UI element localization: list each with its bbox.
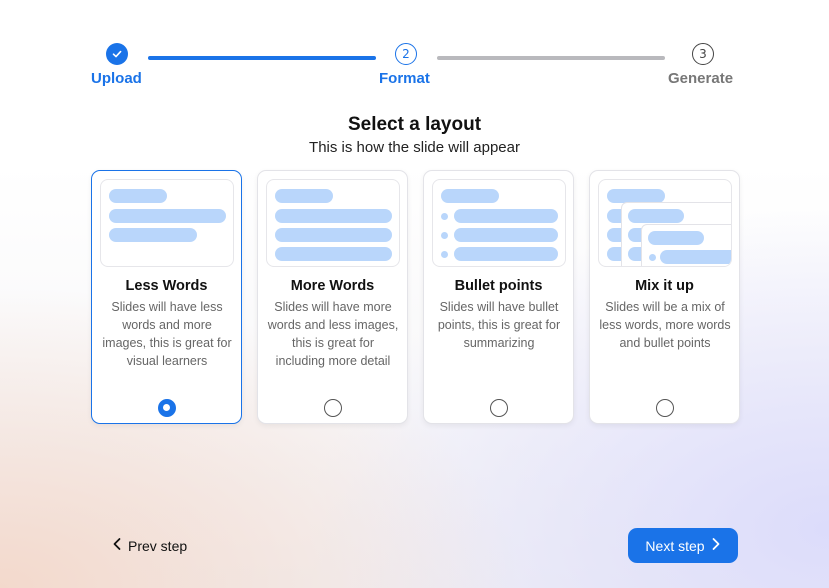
step-upload-check-icon <box>106 43 128 65</box>
layout-card-description: Slides will be a mix of less words, more… <box>599 300 731 350</box>
preview-bar <box>441 189 499 203</box>
layout-card-title: Mix it up <box>635 278 694 294</box>
layout-radio-more-words[interactable] <box>324 399 342 417</box>
step-label-format: Format <box>379 70 430 87</box>
preview-bar <box>454 209 558 223</box>
step-label-generate: Generate <box>668 70 734 87</box>
next-step-button[interactable]: Next step <box>628 528 738 563</box>
layout-preview-more-words <box>266 179 400 267</box>
preview-bar <box>275 228 392 242</box>
prev-step-button[interactable]: Prev step <box>112 537 187 554</box>
preview-bar <box>109 209 226 223</box>
bullet-dot <box>441 232 448 239</box>
preview-bar <box>275 209 392 223</box>
layout-card-mix-it-up[interactable]: Mix it up Slides will be a mix of less w… <box>589 170 740 424</box>
layout-options: Less Words Slides will have less words a… <box>91 170 740 424</box>
preview-bar <box>648 231 704 245</box>
layout-radio-less-words[interactable] <box>158 399 176 417</box>
preview-bar <box>454 228 558 242</box>
layout-card-more-words[interactable]: More Words Slides will have more words a… <box>257 170 408 424</box>
chevron-left-icon <box>112 537 122 554</box>
next-step-label: Next step <box>645 537 705 554</box>
layout-preview-less-words <box>100 179 234 267</box>
layout-card-less-words[interactable]: Less Words Slides will have less words a… <box>91 170 242 424</box>
step-generate-number: 3 <box>692 43 714 65</box>
bullet-dot <box>441 213 448 220</box>
stepper: 2 3 Upload Format Generate <box>0 0 829 100</box>
step-label-upload[interactable]: Upload <box>91 70 142 87</box>
prev-step-label: Prev step <box>128 537 188 554</box>
preview-bar <box>607 189 665 203</box>
bullet-dot <box>441 251 448 258</box>
check-icon <box>112 50 122 58</box>
layout-radio-bullet-points[interactable] <box>490 399 508 417</box>
bullet-dot <box>649 254 656 261</box>
layout-card-description: Slides will have less words and more ima… <box>102 300 232 368</box>
preview-bar <box>275 247 392 261</box>
layout-card-description: Slides will have more words and less ima… <box>267 300 399 368</box>
page-title: Select a layout <box>347 114 482 135</box>
layout-card-description: Slides will have bullet points, this is … <box>437 300 561 350</box>
layout-preview-bullet-points <box>432 179 566 267</box>
layout-preview-mix-it-up <box>598 179 732 267</box>
page-subtitle: This is how the slide will appear <box>309 139 520 156</box>
preview-bar <box>628 209 684 223</box>
step-format-number: 2 <box>395 43 417 65</box>
step-connector-pending <box>437 56 665 60</box>
chevron-right-icon <box>711 537 721 554</box>
preview-stacked-slide <box>641 224 731 266</box>
layout-card-title: More Words <box>290 278 375 294</box>
preview-bar <box>275 189 333 203</box>
layout-card-title: Bullet points <box>454 278 543 294</box>
preview-bar <box>454 247 558 261</box>
preview-bar <box>109 189 167 203</box>
preview-bar <box>109 228 197 242</box>
layout-card-title: Less Words <box>125 278 208 294</box>
layout-card-bullet-points[interactable]: Bullet points Slides will have bullet po… <box>423 170 574 424</box>
preview-bar <box>660 250 731 264</box>
layout-radio-mix-it-up[interactable] <box>656 399 674 417</box>
step-connector-completed <box>148 56 376 60</box>
